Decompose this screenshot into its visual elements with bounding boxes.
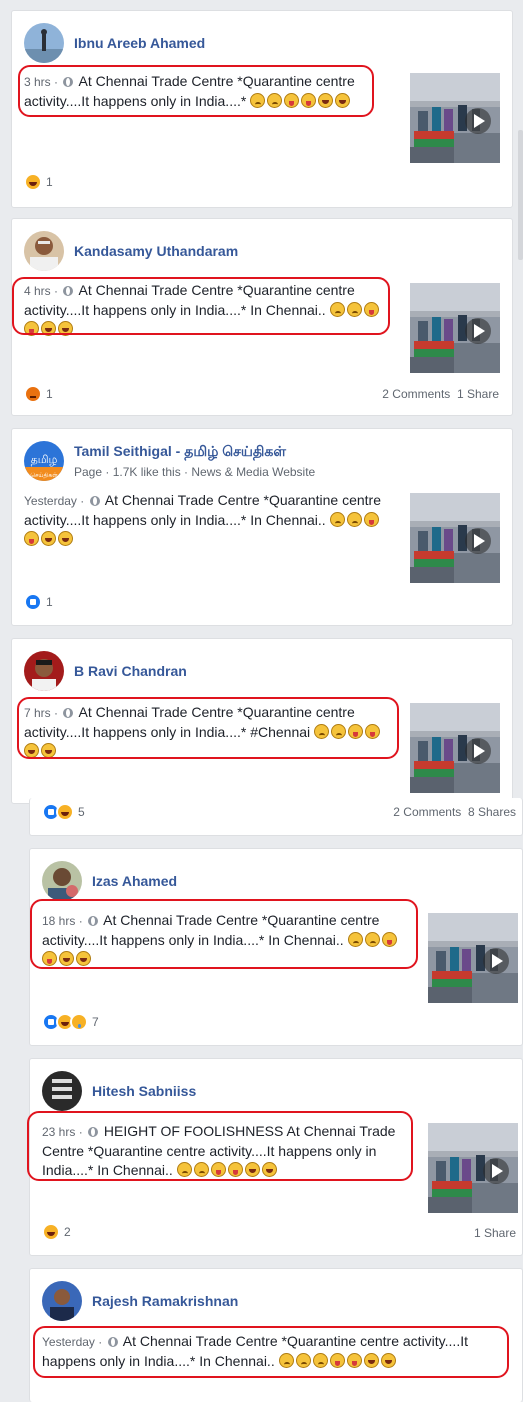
shares-link[interactable]: 1 Share bbox=[474, 1226, 516, 1240]
post-card: Izas Ahamed 18 hrs · At Chennai Trade Ce… bbox=[29, 848, 523, 1046]
avatar[interactable] bbox=[24, 231, 64, 271]
author-name[interactable]: Tamil Seithigal - தமிழ் செய்திகள் bbox=[74, 443, 315, 460]
scrollbar[interactable] bbox=[518, 130, 523, 260]
post-text: Yesterday · At Chennai Trade Centre *Qua… bbox=[24, 491, 384, 549]
video-thumbnail[interactable] bbox=[410, 703, 500, 793]
shares-link[interactable]: 1 Share bbox=[457, 387, 499, 401]
highlight-circle bbox=[18, 65, 374, 117]
author-name[interactable]: Hitesh Sabniiss bbox=[92, 1083, 196, 1100]
emoji-icon bbox=[58, 531, 73, 546]
avatar[interactable] bbox=[42, 1071, 82, 1111]
post-card: Ibnu Areeb Ahamed 3 hrs · At Chennai Tra… bbox=[11, 10, 513, 208]
avatar[interactable] bbox=[24, 23, 64, 63]
angry-reaction-icon[interactable] bbox=[24, 385, 42, 403]
emoji-icon bbox=[41, 531, 56, 546]
video-thumbnail[interactable] bbox=[410, 283, 500, 373]
haha-reaction-icon[interactable] bbox=[24, 173, 42, 191]
post-card: B Ravi Chandran 7 hrs · At Chennai Trade… bbox=[11, 638, 513, 804]
highlight-circle bbox=[17, 697, 399, 759]
video-thumbnail[interactable] bbox=[428, 1123, 518, 1213]
post-card: Kandasamy Uthandaram 4 hrs · At Chennai … bbox=[11, 218, 513, 416]
globe-icon bbox=[89, 496, 100, 506]
reaction-count[interactable]: 1 bbox=[46, 595, 53, 609]
comments-link[interactable]: 2 Comments bbox=[382, 387, 450, 401]
highlight-circle bbox=[33, 1326, 509, 1378]
post-card: Rajesh Ramakrishnan Yesterday · At Chenn… bbox=[29, 1268, 523, 1402]
reaction-count[interactable]: 1 bbox=[46, 175, 53, 189]
post-card: Hitesh Sabniiss 23 hrs · HEIGHT OF FOOLI… bbox=[27, 1058, 523, 1256]
avatar[interactable] bbox=[24, 651, 64, 691]
video-thumbnail[interactable] bbox=[410, 493, 500, 583]
post-footer-card: 5 2 Comments 8 Shares bbox=[29, 798, 523, 836]
emoji-icon bbox=[24, 531, 39, 546]
post-card: தமிழ செய்திகள் Tamil Seithigal - தமிழ் செ… bbox=[11, 428, 513, 626]
reaction-count[interactable]: 2 bbox=[64, 1225, 71, 1239]
avatar[interactable] bbox=[42, 861, 82, 901]
author-name[interactable]: Rajesh Ramakrishnan bbox=[92, 1293, 238, 1310]
shares-link[interactable]: 8 Shares bbox=[468, 805, 516, 819]
emoji-icon bbox=[329, 512, 345, 527]
emoji-icon bbox=[363, 512, 379, 527]
sad-reaction-icon[interactable] bbox=[70, 1013, 88, 1031]
author-name[interactable]: Izas Ahamed bbox=[92, 873, 177, 890]
reaction-count[interactable]: 5 bbox=[78, 805, 85, 819]
author-name[interactable]: B Ravi Chandran bbox=[74, 663, 187, 680]
page-info: Page · 1.7K like this · News & Media Web… bbox=[74, 464, 316, 479]
emoji-icon bbox=[346, 512, 362, 527]
highlight-circle bbox=[12, 277, 390, 335]
highlight-circle bbox=[27, 1111, 413, 1181]
avatar[interactable]: தமிழ செய்திகள் bbox=[24, 441, 64, 481]
video-thumbnail[interactable] bbox=[410, 73, 500, 163]
highlight-circle bbox=[30, 899, 418, 969]
svg-text:செய்திகள்: செய்திகள் bbox=[30, 472, 58, 479]
avatar[interactable] bbox=[42, 1281, 82, 1321]
reaction-count[interactable]: 7 bbox=[92, 1015, 99, 1029]
comments-link[interactable]: 2 Comments bbox=[393, 805, 461, 819]
like-reaction-icon[interactable] bbox=[24, 593, 42, 611]
video-thumbnail[interactable] bbox=[428, 913, 518, 1003]
timestamp[interactable]: Yesterday bbox=[24, 494, 77, 508]
svg-text:தமிழ: தமிழ bbox=[31, 453, 58, 466]
author-name[interactable]: Kandasamy Uthandaram bbox=[74, 243, 238, 260]
reaction-count[interactable]: 1 bbox=[46, 387, 53, 401]
haha-reaction-icon[interactable] bbox=[42, 1223, 60, 1241]
author-name[interactable]: Ibnu Areeb Ahamed bbox=[74, 35, 205, 52]
haha-reaction-icon[interactable] bbox=[56, 803, 74, 821]
